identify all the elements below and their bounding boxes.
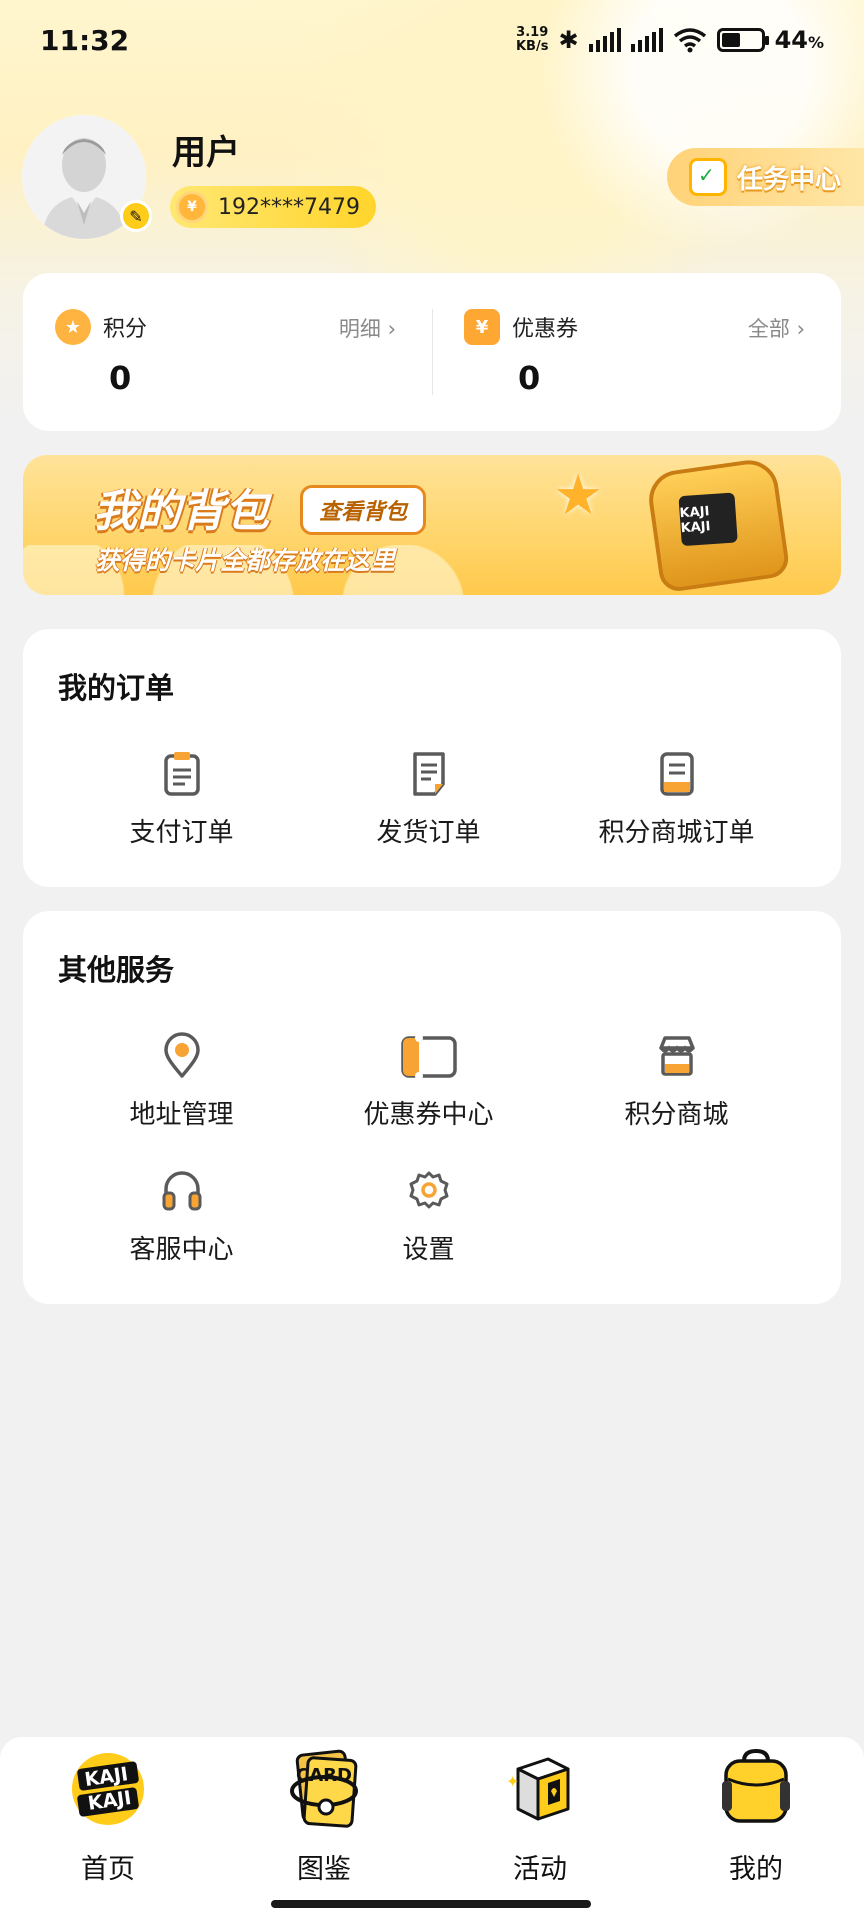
nav-collection-label: 图鉴 xyxy=(297,1854,351,1885)
customer-service-label: 客服中心 xyxy=(129,1235,234,1265)
settings-item[interactable]: 设置 xyxy=(305,1167,552,1277)
headphones-icon xyxy=(162,1171,201,1211)
home-logo-text: KAJI KAJI xyxy=(83,1763,133,1815)
battery-icon xyxy=(716,28,769,52)
shipping-orders-item[interactable]: 发货订单 xyxy=(305,750,552,860)
address-management-label: 地址管理 xyxy=(129,1100,234,1130)
task-center-label: 任务中心 xyxy=(737,164,842,195)
chevron-right-icon: › xyxy=(387,317,396,341)
wifi-icon xyxy=(673,28,706,53)
network-speed-value: 3.19 xyxy=(516,25,549,40)
points-mall-item[interactable]: 积分商城 xyxy=(553,1032,800,1142)
signal-icon-2 xyxy=(630,28,663,52)
pay-orders-item[interactable]: 支付订单 xyxy=(58,750,305,860)
coupons-section[interactable]: ¥ 优惠券 全部 › 0 xyxy=(432,273,841,431)
clipboard-icon xyxy=(163,752,200,796)
services-title: 其他服务 xyxy=(58,953,175,987)
nav-home[interactable]: KAJI KAJI 首页 xyxy=(0,1737,216,1897)
pay-orders-label: 支付订单 xyxy=(129,818,234,848)
home-indicator[interactable] xyxy=(271,1900,591,1908)
points-mall-orders-item[interactable]: 积分商城订单 xyxy=(553,750,800,860)
nav-mine[interactable]: 我的 xyxy=(648,1737,864,1897)
banner-title: 我的背包 xyxy=(93,486,269,537)
points-value: 0 xyxy=(109,359,132,397)
points-mall-label: 积分商城 xyxy=(624,1100,729,1130)
status-bar: 11:32 3.19 KB/s ✱ 44% xyxy=(0,0,864,80)
location-pin-icon xyxy=(163,1032,200,1078)
shipping-orders-label: 发货订单 xyxy=(376,818,481,848)
task-center-button[interactable]: 任务中心 xyxy=(667,148,864,206)
nav-home-label: 首页 xyxy=(81,1854,135,1885)
nav-mine-label: 我的 xyxy=(729,1854,783,1885)
nav-activity[interactable]: ✦ 活动 xyxy=(432,1737,648,1897)
card-icon-text: CARD xyxy=(296,1765,352,1786)
banner-subtitle: 获得的卡片全都存放在这里 xyxy=(95,546,396,575)
store-icon xyxy=(658,1036,695,1076)
points-coupons-card: ★ 积分 明细 › 0 ¥ 优惠券 全部 › 0 xyxy=(23,273,841,431)
coupons-value: 0 xyxy=(518,359,541,397)
network-speed-unit: KB/s xyxy=(515,39,549,54)
backpack-icon: KAJI KAJI xyxy=(645,456,791,594)
orders-card: 我的订单 支付订单 发货订单 积分商城订单 xyxy=(23,629,841,887)
nav-collection[interactable]: CARD 图鉴 xyxy=(216,1737,432,1897)
card-collection-icon: CARD xyxy=(282,1747,366,1831)
backpack-banner[interactable]: 我的背包 查看背包 获得的卡片全都存放在这里 ★ KAJI KAJI xyxy=(23,455,841,595)
gift-machine-icon: ✦ xyxy=(506,1757,570,1821)
coin-icon: ¥ xyxy=(176,191,208,223)
points-label: 积分 xyxy=(103,317,148,342)
view-backpack-button[interactable]: 查看背包 xyxy=(300,485,427,535)
calendar-check-icon xyxy=(689,158,727,196)
address-management-item[interactable]: 地址管理 xyxy=(58,1032,305,1142)
bottom-nav: KAJI KAJI 首页 CARD 图鉴 ✦ 活动 我的 xyxy=(0,1737,864,1920)
svg-text:✦: ✦ xyxy=(506,1772,519,1791)
signal-icon xyxy=(588,28,621,52)
coupons-label: 优惠券 xyxy=(512,317,579,342)
settings-label: 设置 xyxy=(402,1235,455,1265)
bluetooth-icon: ✱ xyxy=(558,26,579,54)
phone-badge: ¥ 192****7479 xyxy=(170,186,376,228)
points-detail-link[interactable]: 明细 › xyxy=(339,313,396,343)
network-speed: 3.19 KB/s xyxy=(516,26,548,54)
nav-activity-label: 活动 xyxy=(513,1854,567,1885)
gear-icon xyxy=(409,1171,448,1209)
points-mall-orders-label: 积分商城订单 xyxy=(598,818,755,848)
ticket-icon xyxy=(400,1034,457,1080)
orders-title: 我的订单 xyxy=(58,671,175,705)
document-list-icon xyxy=(659,752,694,796)
coupon-center-label: 优惠券中心 xyxy=(363,1100,494,1130)
user-name: 用户 xyxy=(172,133,240,173)
status-time: 11:32 xyxy=(40,23,130,57)
kaji-logo-icon: KAJI KAJI xyxy=(66,1747,150,1831)
phone-number: 192****7479 xyxy=(218,194,360,220)
star-icon: ★ xyxy=(55,309,91,345)
document-edit-icon xyxy=(412,752,445,796)
services-card: 其他服务 地址管理 优惠券中心 积分商城 客服中心 设置 xyxy=(23,911,841,1304)
coupon-center-item[interactable]: 优惠券中心 xyxy=(305,1032,552,1142)
points-section[interactable]: ★ 积分 明细 › 0 xyxy=(23,273,432,431)
chevron-right-icon: › xyxy=(796,317,805,341)
star-decoration-icon: ★ xyxy=(553,463,604,528)
customer-service-item[interactable]: 客服中心 xyxy=(58,1167,305,1277)
coupons-all-link[interactable]: 全部 › xyxy=(748,313,805,343)
status-icons: 3.19 KB/s ✱ 44% xyxy=(516,26,824,55)
battery-percent: 44% xyxy=(774,26,824,54)
coupon-icon: ¥ xyxy=(464,309,500,345)
backpack-nav-icon xyxy=(722,1748,790,1823)
bag-logo: KAJI KAJI xyxy=(678,492,738,547)
edit-avatar-icon[interactable]: ✎ xyxy=(120,200,152,232)
